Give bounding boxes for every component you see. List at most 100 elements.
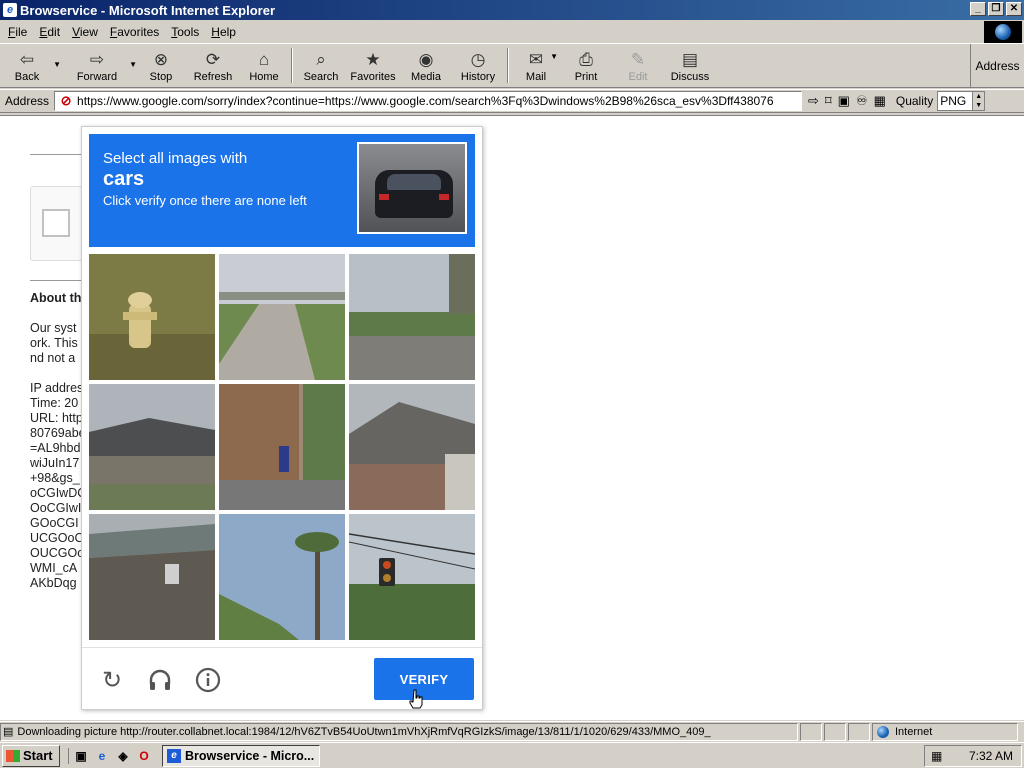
status-cell xyxy=(800,722,822,741)
print-icon: ⎙ xyxy=(579,49,593,69)
opera-icon[interactable]: O xyxy=(136,748,152,764)
system-tray: ▦ 7:32 AM xyxy=(924,745,1022,767)
image-tile-roof[interactable] xyxy=(349,384,475,510)
ie-logo-icon: e xyxy=(3,3,17,17)
status-cell xyxy=(848,722,870,741)
favorites-icon: ★ xyxy=(365,49,381,69)
menu-tools[interactable]: Tools xyxy=(165,25,205,39)
verify-button[interactable]: VERIFY xyxy=(374,658,474,700)
info-line: =AL9hbd xyxy=(30,441,81,455)
street-grass-image xyxy=(349,254,475,380)
page-viewport[interactable]: About th Our syst ork. This nd not a IP … xyxy=(0,115,1024,720)
spinner-icon[interactable]: ▲ ▼ xyxy=(972,92,985,110)
globe-icon xyxy=(877,725,889,738)
media-icon: ◉ xyxy=(418,49,434,69)
info-line: GOoCGI xyxy=(30,516,79,530)
captcha-instruction: Select all images with xyxy=(103,150,248,167)
home-button[interactable]: ⌂ Home xyxy=(240,44,288,87)
image-tile-road[interactable] xyxy=(219,254,345,380)
palm-image xyxy=(219,514,345,640)
info-icon[interactable] xyxy=(194,666,222,694)
history-button[interactable]: ◷ History xyxy=(452,44,504,87)
headphones-icon[interactable] xyxy=(146,666,174,694)
url-input[interactable]: ⊘ https://www.google.com/sorry/index?con… xyxy=(54,91,803,111)
search-button[interactable]: ⌕ Search xyxy=(296,44,346,87)
roof-image xyxy=(349,384,475,510)
explanation-line: ork. This xyxy=(30,336,78,350)
refresh-button[interactable]: ⟳ Refresh xyxy=(186,44,240,87)
stop-button[interactable]: ⊗ Stop xyxy=(136,44,186,87)
menu-edit[interactable]: Edit xyxy=(33,25,66,39)
page-icon: ⊘ xyxy=(60,93,72,108)
menu-file[interactable]: File xyxy=(2,25,33,39)
car-taillight xyxy=(379,194,389,200)
discuss-button[interactable]: ▤ Discuss xyxy=(664,44,716,87)
print-label: Print xyxy=(574,70,598,83)
download-icon: ▤ xyxy=(3,726,14,738)
history-icon: ◷ xyxy=(470,49,486,69)
media-button[interactable]: ◉ Media xyxy=(400,44,452,87)
status-text: Downloading picture http://router.collab… xyxy=(17,725,711,738)
go-arrow-icon[interactable]: ⇨ xyxy=(808,93,819,109)
bookmark-icon[interactable]: ⌑ xyxy=(825,93,832,109)
hand-cursor-icon xyxy=(409,689,423,709)
start-button[interactable]: Start xyxy=(2,744,60,767)
view-icon[interactable]: ▣ xyxy=(838,93,850,109)
url-text: https://www.google.com/sorry/index?conti… xyxy=(77,94,774,108)
building-image xyxy=(219,384,345,510)
hydrant-image xyxy=(89,254,215,380)
minimize-button[interactable]: _ xyxy=(970,2,986,16)
menu-view[interactable]: View xyxy=(66,25,104,39)
chevron-down-icon[interactable]: ▼ xyxy=(550,52,558,61)
chevron-down-icon[interactable]: ▼ xyxy=(53,60,61,69)
info-line: 80769abe xyxy=(30,426,86,440)
image-tile-palm[interactable] xyxy=(219,514,345,640)
info-line: Time: 20 xyxy=(30,396,79,410)
clipboard-icon[interactable]: ▦ xyxy=(874,93,886,109)
history-label: History xyxy=(460,70,496,83)
image-tile-house[interactable] xyxy=(89,384,215,510)
image-tile-overpass[interactable] xyxy=(89,514,215,640)
captcha-target: cars xyxy=(103,168,145,190)
standard-toolbar: ⇦ Back ▼ ⇨ Forward ▼ ⊗ Stop ⟳ Refresh ⌂ … xyxy=(0,43,1024,88)
reload-icon[interactable]: ↻ xyxy=(98,666,126,694)
find-icon[interactable]: ♾ xyxy=(856,93,868,109)
image-tile-traffic-light[interactable] xyxy=(349,514,475,640)
sample-car-image xyxy=(357,142,467,234)
quality-label: Quality xyxy=(895,94,934,108)
zone-label: Internet xyxy=(895,725,933,738)
ie-icon[interactable]: e xyxy=(94,748,110,764)
image-tile-street-grass[interactable] xyxy=(349,254,475,380)
print-button[interactable]: ⎙ Print xyxy=(560,44,612,87)
show-desktop-icon[interactable]: ▣ xyxy=(73,748,89,764)
menu-favorites[interactable]: Favorites xyxy=(104,25,165,39)
favorites-label: Favorites xyxy=(350,70,396,83)
close-button[interactable]: ✕ xyxy=(1006,2,1022,16)
mail-button[interactable]: ✉ Mail ▼ xyxy=(512,44,560,87)
forward-button[interactable]: ⇨ Forward ▼ xyxy=(66,44,137,87)
address-actions: ⇨ ⌑ ▣ ♾ ▦ xyxy=(802,93,892,109)
favorites-button[interactable]: ★ Favorites xyxy=(346,44,400,87)
address-toolbar-toggle[interactable]: Address xyxy=(970,44,1024,88)
arrow-left-icon: ⇦ xyxy=(19,49,35,69)
info-line: IP addres xyxy=(30,381,84,395)
quality-select[interactable]: PNG ▲ ▼ xyxy=(937,91,986,111)
window-titlebar: e Browservice - Microsoft Internet Explo… xyxy=(0,0,1024,20)
image-tile-building[interactable] xyxy=(219,384,345,510)
image-grid xyxy=(89,254,475,640)
menu-help[interactable]: Help xyxy=(205,25,242,39)
security-zone: Internet xyxy=(872,722,1018,741)
image-tile-hydrant[interactable] xyxy=(89,254,215,380)
info-line: wiJuIn17 xyxy=(30,456,80,470)
search-label: Search xyxy=(303,70,339,83)
tray-icon[interactable]: ▦ xyxy=(931,749,942,763)
taskbar-window-button[interactable]: e Browservice - Micro... xyxy=(162,744,320,767)
status-cell xyxy=(824,722,846,741)
channels-icon[interactable]: ◈ xyxy=(115,748,131,764)
address-bar: Address ⊘ https://www.google.com/sorry/i… xyxy=(0,89,1024,113)
recaptcha-checkbox[interactable] xyxy=(42,209,70,237)
explanation-line: Our syst xyxy=(30,321,77,335)
restore-button[interactable]: ❐ xyxy=(988,2,1004,16)
discuss-label: Discuss xyxy=(670,70,710,83)
back-button[interactable]: ⇦ Back ▼ xyxy=(2,44,61,87)
